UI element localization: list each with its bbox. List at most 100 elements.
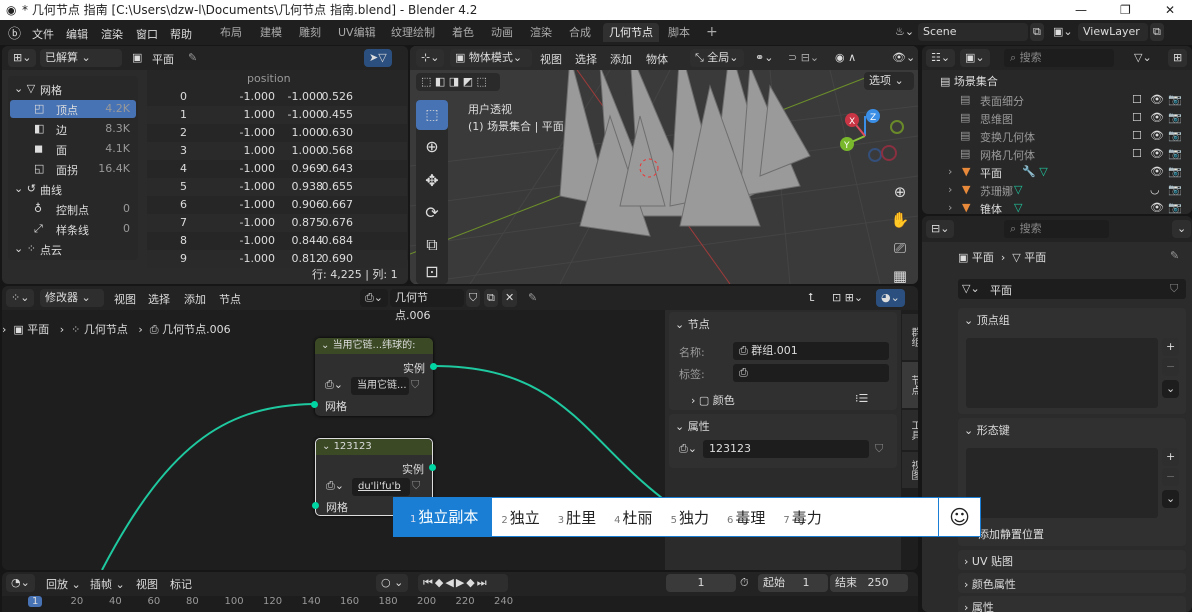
proportional-edit-icon[interactable]: ◉ ∧ [835,51,856,64]
menu-object[interactable]: 物体 [646,51,668,67]
add-vertex-group-button[interactable]: + [1162,338,1180,356]
new-view-layer-button[interactable]: ⧉ [1150,23,1164,41]
group-browse-icon[interactable]: ⎙⌄ [679,442,697,456]
ime-candidate[interactable]: 1 独立副本 [394,497,493,537]
ime-candidate[interactable]: 5 独力 [662,507,718,528]
blender-menu-icon[interactable]: ⓑ [8,23,21,42]
remove-vertex-group-button[interactable]: − [1162,358,1180,376]
editor-type-button[interactable]: ⊞⌄ [8,49,37,67]
pin-icon[interactable]: ✎ [188,51,197,64]
playback-controls[interactable]: ⏮◆◀▶◆⏭ [418,574,508,592]
sidebar-tab-node[interactable]: 节点 [902,362,918,408]
scale-tool-icon[interactable]: ⧉ [416,230,448,260]
node2-group-icon[interactable]: ⎙⌄ [326,479,344,493]
node2-fake-user-icon[interactable]: ⛉ [412,479,420,493]
display-mode-icon[interactable]: ☷⌄ [926,49,956,67]
options-dropdown[interactable]: ⌄ [1172,220,1192,238]
menu-render[interactable]: 渲染 [101,26,123,42]
select-mode-buttons[interactable]: ⬚ ◧ ◨ ◩ ⬚ [416,73,500,91]
vertex-groups-list[interactable] [966,338,1158,408]
sidebar-tab-tool[interactable]: 工具 [902,410,918,450]
attributes-panel[interactable]: › 属性 [958,596,1186,612]
sidebar-tab-view[interactable]: 视图 [902,452,918,488]
menu-playback[interactable]: 回放 ⌄ [46,576,81,592]
render-camera-icon[interactable]: 📷 [1168,147,1182,160]
properties-panel-header[interactable]: ⌄ 属性 [675,418,710,434]
editor-type-button[interactable]: ⊹⌄ [416,49,445,67]
pin-icon[interactable]: ✎ [1170,249,1179,262]
scene-selector-icon[interactable]: ♨⌄ [890,23,920,41]
exclude-checkbox[interactable]: ☐ [1132,93,1142,106]
add-rest-position-checkbox[interactable]: 添加静置位置 [978,526,1044,542]
expand-arrow-icon[interactable]: › [948,165,952,178]
tab-shading[interactable]: 着色 [446,23,480,42]
tab-geometry-nodes[interactable]: 几何节点 [603,23,659,42]
tab-animation[interactable]: 动画 [485,23,519,42]
uv-maps-panel[interactable]: › UV 贴图 [958,550,1186,570]
add-workspace-button[interactable]: + [700,23,724,42]
visibility-icon[interactable]: 👁⌄ [892,51,915,64]
expand-arrow-icon[interactable]: › [948,183,952,196]
color-attributes-panel[interactable]: › 颜色属性 [958,573,1186,593]
stopwatch-icon[interactable]: ⏱ [740,576,749,590]
view-layer-icon[interactable]: ▣⌄ [1048,23,1078,41]
menu-window[interactable]: 窗口 [136,26,158,42]
node2-group-name-input[interactable]: du'li'fu'b [352,478,410,496]
color-toggle[interactable]: › ▢ 颜色 [691,392,735,408]
node1-output-socket[interactable] [430,363,437,370]
outliner-item[interactable]: ▤ 思维图 ☐ 👁 📷 [922,109,1192,127]
hidden-eye-icon[interactable]: ◡ [1150,183,1160,196]
mesh-data-icon[interactable]: ▽⌄ [962,282,980,295]
exclude-checkbox[interactable]: ☐ [1132,147,1142,160]
tab-uv-editing[interactable]: UV编辑 [332,23,382,42]
filter-icon[interactable]: ▽⌄ [1134,51,1152,64]
node1-group-field[interactable]: 当用它链... [351,377,409,395]
ime-candidate[interactable]: 2 独立 [492,507,548,528]
close-window-button[interactable]: ✕ [1165,0,1175,20]
auto-keying-toggle[interactable]: ○ ⌄ [376,574,409,592]
3d-viewport[interactable]: ⊹⌄ ▣ 物体模式⌄ 视图 选择 添加 物体 ⤡ 全局⌄ ⚭⌄ ⊃ ⊟⌄ ◉ ∧… [410,46,918,284]
navigation-gizmo[interactable]: X Z Y [835,106,905,176]
render-camera-icon[interactable]: 📷 [1168,165,1182,178]
node2-input-socket[interactable] [312,502,319,509]
column-header-position[interactable]: position [247,72,291,85]
tab-texture-paint[interactable]: 纹理绘制 [385,23,441,42]
render-camera-icon[interactable]: 📷 [1168,129,1182,142]
tree-item[interactable]: ⌄ ▽ 网格 [10,80,136,98]
ime-candidate[interactable]: 4 杜丽 [605,507,661,528]
ime-candidate[interactable]: 6 毒理 [718,507,774,528]
menu-view[interactable]: 视图 [136,576,158,592]
vertex-group-menu-button[interactable]: ⌄ [1162,380,1180,398]
render-camera-icon[interactable]: 📷 [1168,201,1182,214]
filter-view-icon[interactable]: ▣⌄ [960,49,990,67]
tab-layout[interactable]: 布局 [214,23,248,42]
emoji-button[interactable]: ☺ [938,497,980,537]
shape-keys-list[interactable] [966,448,1158,518]
cursor-tool-icon[interactable]: ⊕ [416,132,448,162]
node-name-field[interactable]: ⎙ 群组.001 [733,342,889,360]
node2-output-socket[interactable] [429,464,436,471]
tree-item[interactable]: ♁ 控制点 0 [10,200,136,218]
menu-view[interactable]: 视图 [540,51,562,67]
sidebar-tab-group[interactable]: 群组 [902,314,918,360]
eye-icon[interactable]: 👁 [1150,165,1164,178]
shape-keys-header[interactable]: ⌄ 形态键 [964,422,1010,438]
add-shape-key-button[interactable]: + [1162,448,1180,466]
end-frame-field[interactable]: 结束 250 [830,574,908,592]
outliner-search-input[interactable]: ⌕ 搜索 [1004,49,1114,67]
fake-user-shield-icon[interactable]: ⛉ [1170,282,1178,296]
frame-ruler[interactable]: 1 20 40 60 80 100 120 140 160 180 200 220 240 [2,596,918,612]
options-dropdown[interactable]: 选项 ⌄ [864,72,914,90]
editor-type-button[interactable]: ◔⌄ [6,574,35,592]
mesh-datablock-field[interactable]: ▽⌄ 平面 ⛉ [958,279,1186,299]
new-scene-button[interactable]: ⧉ [1030,23,1044,41]
outliner-item[interactable]: ▤ 表面细分 ☐ 👁 📷 [922,91,1192,109]
rotate-tool-icon[interactable]: ⟳ [416,198,448,228]
pan-hand-icon[interactable]: ✋ [888,206,912,234]
tree-item[interactable]: ⌄ ↺ 曲线 [10,180,136,198]
scene-name-field[interactable]: Scene [918,23,1028,41]
menu-help[interactable]: 帮助 [170,26,192,42]
zoom-icon[interactable]: ⊕ [888,178,912,206]
tree-item[interactable]: ◰ 顶点 4.2K [10,100,136,118]
ime-candidate[interactable]: 7 毒力 [774,507,830,528]
